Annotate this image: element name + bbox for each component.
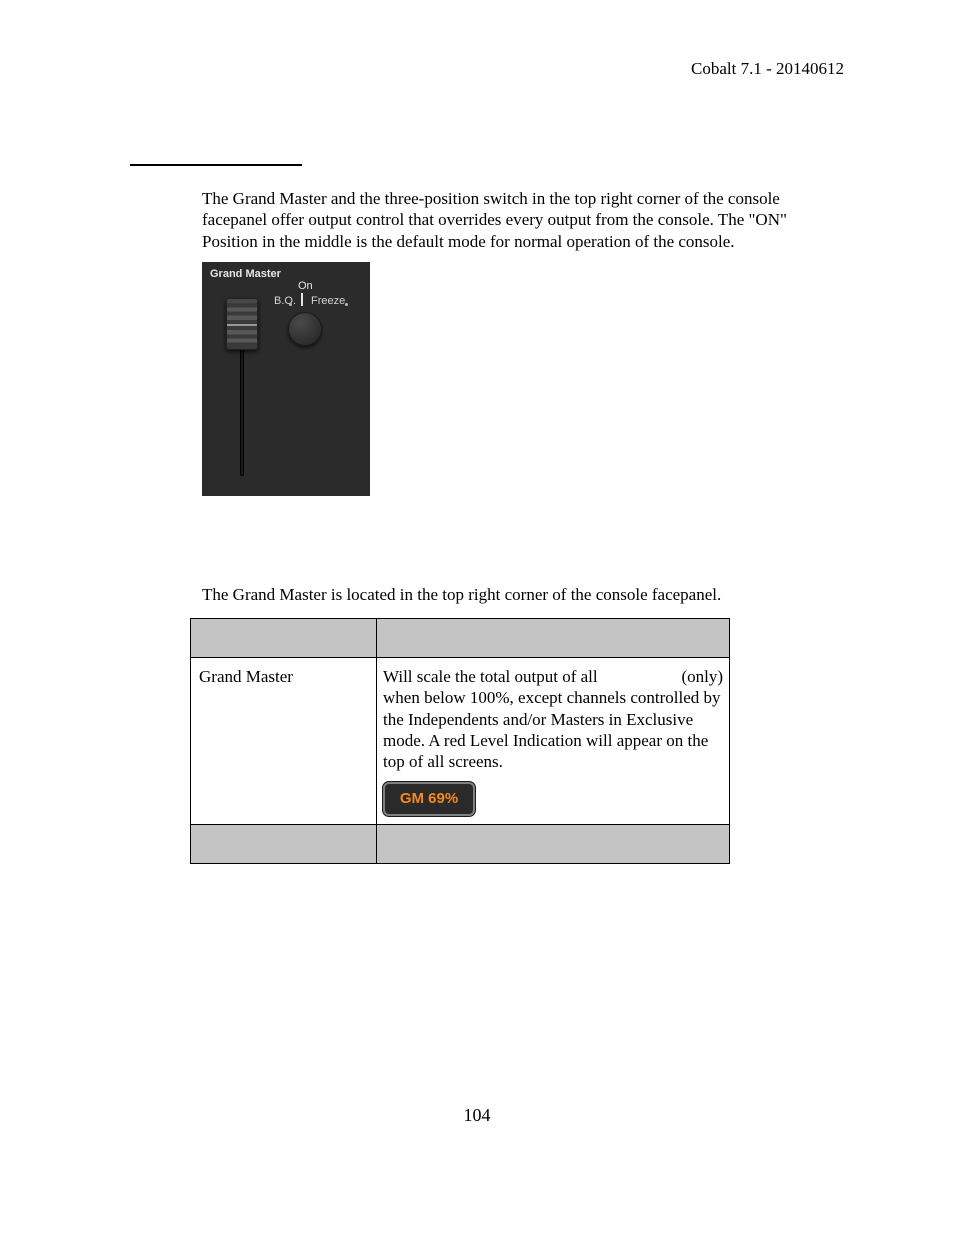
switch-label-freeze: Freeze <box>311 295 345 309</box>
function-name: Grand Master <box>191 658 376 695</box>
subsection-paragraph: The Grand Master is located in the top r… <box>202 584 842 605</box>
rotary-knob[interactable] <box>288 312 322 346</box>
table-header-row <box>191 619 730 658</box>
table-row: Grand Master Will scale the total output… <box>191 658 730 825</box>
switch-dot-bo <box>289 303 292 306</box>
page-number: 104 <box>0 1104 954 1127</box>
function-table: Grand Master Will scale the total output… <box>190 618 730 864</box>
grand-master-panel: Grand Master On B.O. Freeze <box>202 262 370 496</box>
intro-paragraph: The Grand Master and the three-position … <box>202 188 842 252</box>
table-header-cell <box>377 619 730 658</box>
switch-dot-freeze <box>345 303 348 306</box>
table-footer-cell <box>191 825 377 864</box>
table-header-cell <box>191 619 377 658</box>
function-description-suffix: (only) <box>681 666 723 687</box>
running-header: Cobalt 7.1 - 20140612 <box>691 58 844 79</box>
section-divider <box>130 164 302 166</box>
table-footer-row <box>191 825 730 864</box>
switch-label-bo: B.O. <box>274 295 296 309</box>
function-description-body: when below 100%, except channels control… <box>383 687 723 772</box>
gm-level-badge: GM 69% <box>383 782 475 816</box>
function-description-prefix: Will scale the total output of all <box>383 666 598 687</box>
switch-position-indicator <box>301 293 303 306</box>
switch-label-on: On <box>298 280 313 294</box>
grand-master-panel-title: Grand Master <box>210 268 281 282</box>
table-footer-cell <box>377 825 730 864</box>
grand-master-fader[interactable] <box>226 298 258 350</box>
